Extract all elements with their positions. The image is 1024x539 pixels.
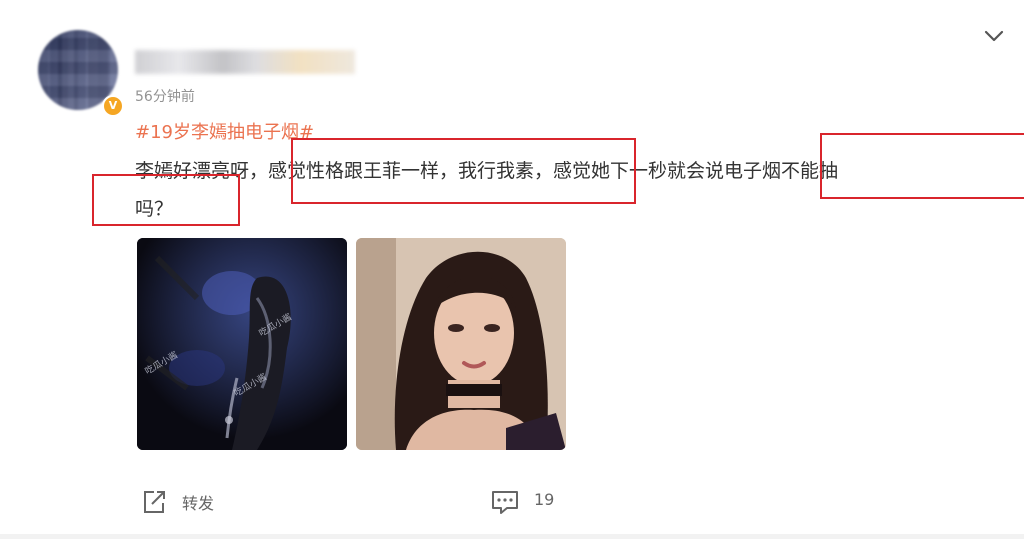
post-image-night[interactable]: 吃瓜小酱 吃瓜小酱 吃瓜小酱 [137, 238, 347, 450]
night-photo-illustration [137, 238, 347, 450]
portrait-photo-illustration [356, 238, 566, 450]
hashtag-link[interactable]: #19岁李嫣抽电子烟# [135, 118, 314, 144]
comment-icon [492, 491, 518, 514]
comment-count: 19 [534, 490, 555, 509]
repost-label: 转发 [182, 494, 215, 513]
post-text-line-2: 吗？ [135, 198, 174, 220]
post-text: 李嫣好漂亮呀，感觉性格跟王菲一样，我行我素，感觉她下一秒就会说电子烟不能抽 吗？ [135, 152, 995, 228]
post-text-line-1: 李嫣好漂亮呀，感觉性格跟王菲一样，我行我素，感觉她下一秒就会说电子烟不能抽 [135, 160, 839, 182]
post-image-portrait[interactable] [356, 238, 566, 450]
post-time: 56分钟前 [135, 89, 195, 105]
verified-badge: V [102, 95, 124, 117]
username-blurred[interactable] [135, 50, 355, 74]
share-icon [144, 491, 165, 513]
divider [0, 534, 1024, 539]
comment-button[interactable]: 19 [490, 486, 570, 518]
chevron-down-icon[interactable] [982, 24, 1006, 48]
repost-button[interactable]: 转发 [140, 486, 230, 518]
